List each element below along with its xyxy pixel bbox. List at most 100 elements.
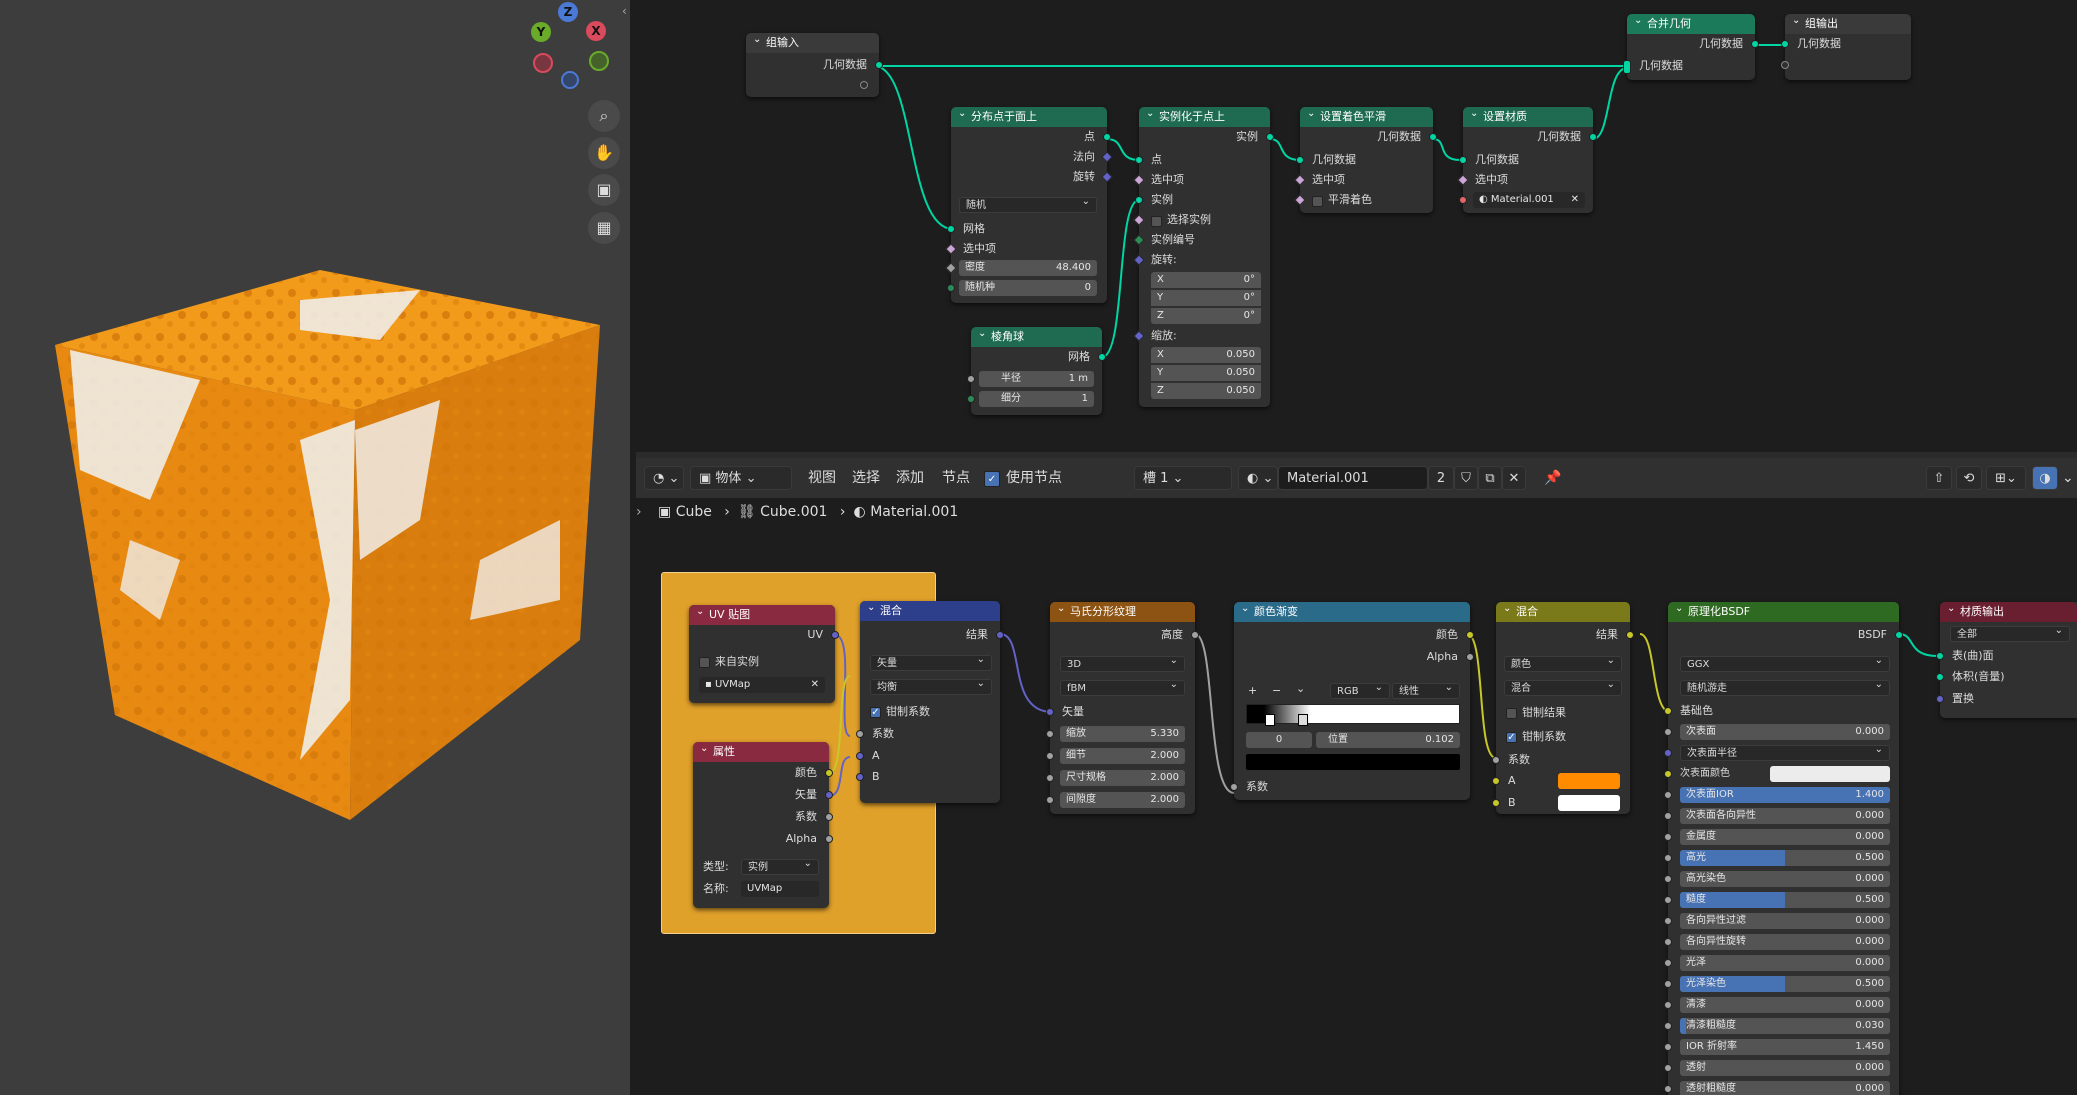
color-mode-dropdown[interactable]: RGB — [1330, 680, 1390, 699]
mix-data-type-dropdown[interactable]: 颜色 — [1504, 653, 1622, 672]
node-musgrave-texture[interactable]: 马氏分形纹理 高度 3D fBM 矢量 缩放 5.330 细节 2.000 尺寸规格… — [1046, 602, 1199, 814]
subdivisions-field[interactable]: 细分 1 — [979, 391, 1094, 407]
input-socket[interactable] — [947, 284, 955, 292]
input-socket[interactable] — [1664, 875, 1672, 883]
subsurface-method-dropdown[interactable]: 随机游走 — [1680, 677, 1890, 696]
input-socket[interactable] — [1664, 854, 1672, 862]
input-socket[interactable] — [1936, 673, 1944, 681]
menu-select[interactable]: 选择 — [852, 466, 880, 490]
bsdf-property-field[interactable]: 金属度 0.000 — [1680, 829, 1890, 845]
input-socket[interactable] — [1046, 774, 1054, 782]
output-socket[interactable] — [825, 813, 833, 821]
bsdf-property-field[interactable]: 清漆 0.000 — [1680, 997, 1890, 1013]
input-socket[interactable] — [1664, 1043, 1672, 1051]
input-socket[interactable] — [1664, 833, 1672, 841]
bsdf-property-field[interactable]: 各向异性过滤 0.000 — [1680, 913, 1890, 929]
bsdf-property-field[interactable]: IOR 折射率 1.450 — [1680, 1039, 1890, 1055]
input-socket[interactable] — [856, 773, 864, 781]
input-socket[interactable] — [1664, 1085, 1672, 1093]
pick-instance-checkbox[interactable] — [1151, 216, 1162, 227]
output-socket[interactable] — [831, 631, 839, 639]
input-socket[interactable] — [856, 752, 864, 760]
lacunarity-field[interactable]: 间隙度 2.000 — [1060, 792, 1185, 808]
input-socket[interactable] — [1046, 752, 1054, 760]
output-socket[interactable] — [1429, 133, 1437, 141]
material-selector[interactable]: ◐ Material.001 ✕ — [1473, 192, 1585, 208]
node-instance-on-points[interactable]: 实例化于点上 实例 点 选中项 实例 选择实例 实例编号 旋转: X 0° Y 0°… — [1133, 107, 1274, 407]
material-name-field[interactable]: Material.001 — [1278, 466, 1428, 490]
input-socket[interactable] — [1135, 156, 1143, 164]
input-socket[interactable] — [1664, 938, 1672, 946]
3d-viewport[interactable]: Z Y X ⌕ ✋ ▣ ▦ — [0, 0, 630, 1095]
node-principled-bsdf[interactable]: 原理化BSDF BSDF GGX 随机游走 基础色 次表面 0.000 次表面半径… — [1664, 602, 1903, 1095]
color-ramp-gradient[interactable] — [1246, 704, 1460, 724]
input-socket[interactable] — [1046, 730, 1054, 738]
clamp-factor-checkbox[interactable]: ✓ — [1506, 732, 1517, 743]
node-color-ramp[interactable]: 颜色渐变 颜色 Alpha + − ⌄ RGB 线性 0 位置 0.102 系数 — [1230, 602, 1474, 800]
unlink-icon[interactable]: ✕ — [1502, 466, 1526, 490]
node-set-material[interactable]: 设置材质 几何数据 几何数据 选中项 ◐ Material.001 ✕ — [1457, 107, 1597, 213]
input-socket[interactable] — [1781, 61, 1789, 69]
output-socket[interactable] — [825, 791, 833, 799]
input-socket[interactable] — [1046, 796, 1054, 804]
color-a-swatch[interactable] — [1558, 773, 1620, 789]
gizmo-y-axis[interactable]: Y — [531, 22, 551, 42]
hand-icon[interactable]: ✋ — [588, 137, 620, 169]
input-socket[interactable] — [1296, 156, 1304, 164]
rot-z-field[interactable]: Z 0° — [1151, 308, 1261, 324]
output-socket[interactable] — [1266, 133, 1274, 141]
input-socket[interactable] — [1459, 196, 1467, 204]
node-join-geometry[interactable]: 合并几何 几何数据 几何数据 — [1623, 14, 1759, 80]
color-b-swatch[interactable] — [1558, 795, 1620, 811]
node-mix-color[interactable]: 混合 结果 颜色 混合 钳制结果 ✓ 钳制系数 系数 A B — [1492, 602, 1634, 814]
input-socket[interactable] — [967, 375, 975, 383]
bsdf-property-field[interactable]: 透射粗糙度 0.000 — [1680, 1081, 1890, 1095]
input-socket[interactable] — [1664, 959, 1672, 967]
input-socket[interactable] — [1492, 756, 1500, 764]
ramp-stop-handle[interactable] — [1265, 714, 1275, 726]
stop-position-field[interactable]: 位置 0.102 — [1316, 732, 1460, 748]
bsdf-property-field[interactable]: 糙度 0.500 — [1680, 892, 1890, 908]
input-socket[interactable] — [1492, 799, 1500, 807]
ramp-stop-handle[interactable] — [1298, 714, 1308, 726]
mix-mode-dropdown[interactable]: 均衡 — [870, 676, 992, 695]
input-socket[interactable] — [1664, 1064, 1672, 1072]
rot-y-field[interactable]: Y 0° — [1151, 290, 1261, 306]
geometry-node-editor[interactable]: 组输入 几何数据 合并几何 几何数据 几何数据 组输出 几何数据 分布点于面上 … — [636, 0, 2077, 452]
node-group-output[interactable]: 组输出 几何数据 — [1781, 14, 1911, 80]
mix-type-dropdown[interactable]: 矢量 — [870, 652, 992, 671]
distribute-mode-dropdown[interactable]: 随机 — [959, 194, 1097, 213]
input-socket[interactable] — [1664, 917, 1672, 925]
subsurface-radius-dropdown[interactable]: 次表面半径 — [1680, 742, 1890, 761]
shader-node-editor[interactable]: › ▣ Cube ›⛓ Cube.001 ›◐ Material.001 UV … — [636, 498, 2077, 1095]
node-ico-sphere[interactable]: 棱角球 网格 半径 1 m 细分 1 — [967, 327, 1106, 415]
uv-map-field[interactable]: ▪ UVMap ✕ — [699, 677, 825, 693]
collapse-arrow-icon[interactable]: ‹ — [622, 4, 627, 18]
overlay-dropdown-icon[interactable]: ⌄ — [2062, 466, 2074, 490]
radius-field[interactable]: 半径 1 m — [979, 371, 1094, 387]
parent-node-icon[interactable]: ⇧ — [1926, 466, 1952, 490]
node-group-input[interactable]: 组输入 几何数据 — [746, 33, 883, 97]
scale-x-field[interactable]: X 0.050 — [1151, 347, 1261, 363]
subsurface-color-swatch[interactable] — [1770, 766, 1890, 782]
output-socket[interactable] — [1589, 133, 1597, 141]
output-socket[interactable] — [1895, 631, 1903, 639]
bsdf-property-field[interactable]: 透射 0.000 — [1680, 1060, 1890, 1076]
density-field[interactable]: 密度 48.400 — [959, 260, 1097, 276]
output-socket[interactable] — [875, 61, 883, 69]
output-socket[interactable] — [860, 81, 868, 89]
users-count[interactable]: 2 — [1428, 466, 1454, 490]
snap-options-icon[interactable]: ⊞⌄ — [1986, 466, 2026, 490]
input-socket[interactable] — [1664, 1022, 1672, 1030]
bsdf-property-field[interactable]: 高光 0.500 — [1680, 850, 1890, 866]
gizmo-neg-y[interactable] — [589, 51, 609, 71]
close-icon[interactable]: ✕ — [811, 677, 819, 693]
subsurface-field[interactable]: 次表面 0.000 — [1680, 724, 1890, 740]
menu-add[interactable]: 添加 — [896, 466, 924, 490]
input-socket[interactable] — [1664, 728, 1672, 736]
menu-node[interactable]: 节点 — [942, 466, 970, 490]
input-socket[interactable] — [1664, 980, 1672, 988]
node-mix-vector[interactable]: 混合 结果 矢量 均衡 ✓ 钳制系数 系数 A B — [856, 601, 1004, 803]
input-socket[interactable] — [1664, 749, 1672, 757]
bsdf-property-field[interactable]: 光泽染色 0.500 — [1680, 976, 1890, 992]
